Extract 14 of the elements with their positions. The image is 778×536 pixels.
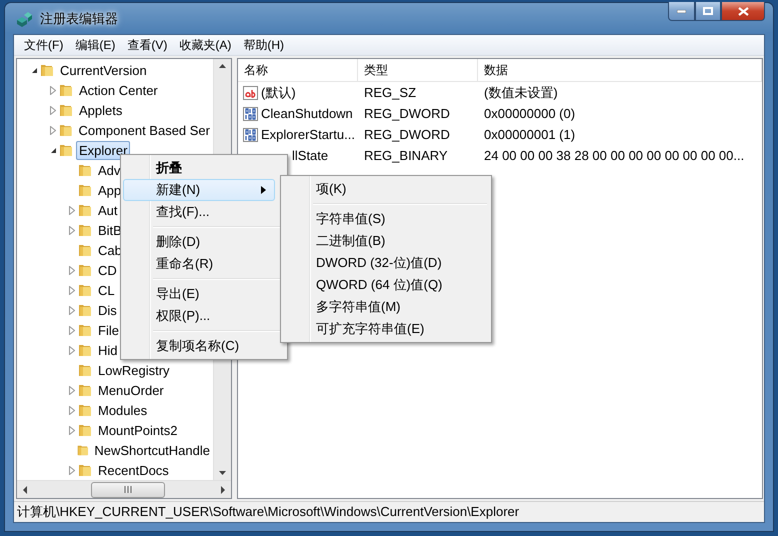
window-title: 注册表编辑器 <box>40 10 118 28</box>
value-name: llState <box>292 148 328 163</box>
value-data: 0x00000000 (0) <box>483 106 576 121</box>
value-type: REG_DWORD <box>363 127 451 142</box>
status-path: 计算机\HKEY_CURRENT_USER\Software\Microsoft\Windows\CurrentVersion\Explorer <box>17 503 520 521</box>
value-name: CleanShutdown <box>261 106 353 121</box>
value-type: REG_SZ <box>363 85 418 100</box>
value-data: (数值未设置) <box>483 84 559 102</box>
value-name: (默认) <box>261 84 296 102</box>
value-name: ExplorerStartu... <box>261 127 355 142</box>
value-data: 0x00000001 (1) <box>483 127 576 142</box>
value-data: 24 00 00 00 38 28 00 00 00 00 00 00 00 00... <box>483 148 746 163</box>
value-type: REG_DWORD <box>363 106 451 121</box>
value-type: REG_BINARY <box>363 148 449 163</box>
